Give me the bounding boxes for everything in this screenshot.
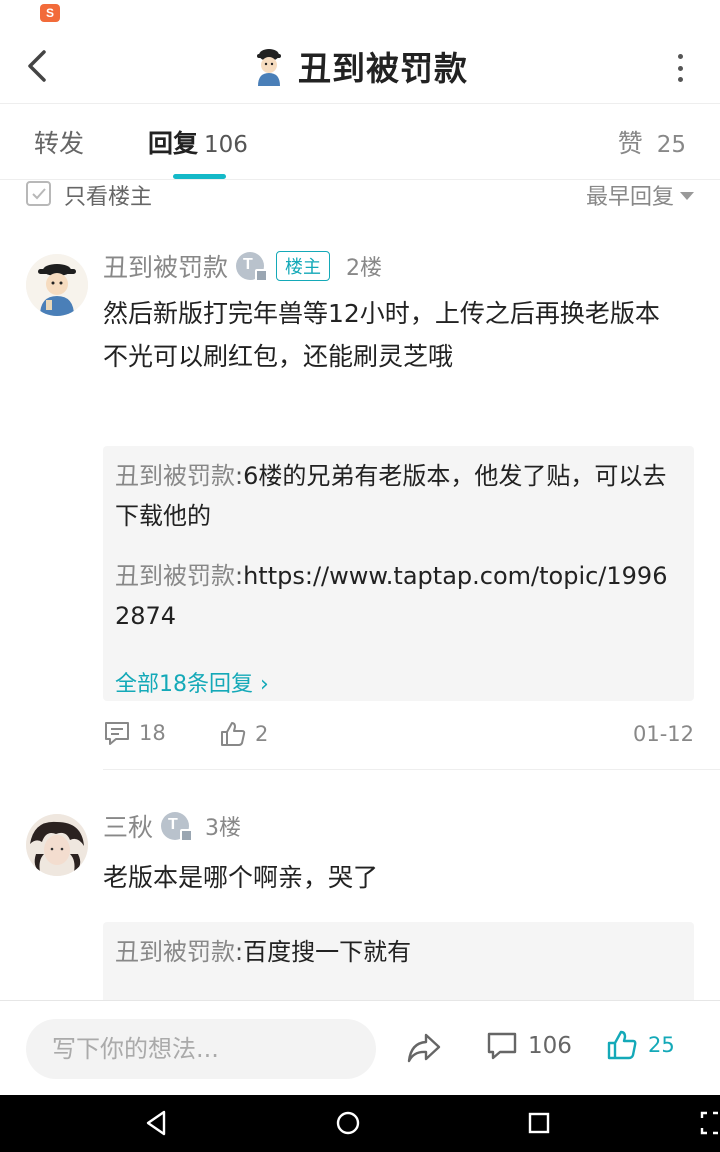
floor-number: 2楼 bbox=[346, 256, 383, 281]
sub-replies: 丑到被罚款:6楼的兄弟有老版本，他发了贴，可以去下载他的 丑到被罚款:https… bbox=[103, 446, 694, 701]
author-avatar-image bbox=[26, 254, 88, 316]
tab-reply[interactable]: 回复 106 bbox=[148, 124, 248, 160]
share-button[interactable] bbox=[406, 1031, 442, 1069]
comment-line: 老版本是哪个啊亲，哭了 bbox=[103, 863, 379, 892]
avatar[interactable] bbox=[26, 814, 88, 876]
check-icon bbox=[32, 188, 46, 200]
thumbs-up-icon bbox=[221, 722, 246, 746]
comment-line: 然后新版打完年兽等12小时，上传之后再换老版本 bbox=[103, 299, 660, 328]
sub-reply[interactable]: 丑到被罚款:6楼的兄弟有老版本，他发了贴，可以去下载他的 bbox=[115, 456, 682, 536]
only-op-checkbox[interactable] bbox=[26, 181, 51, 206]
app-header: 丑到被罚款 bbox=[0, 28, 720, 104]
sub-reply-author[interactable]: 丑到被罚款 bbox=[115, 938, 235, 966]
filter-row: 只看楼主 最早回复 bbox=[0, 172, 720, 216]
all-replies-link[interactable]: 全部18条回复 › bbox=[115, 666, 269, 698]
nav-recents-button[interactable] bbox=[527, 1109, 551, 1141]
divider bbox=[103, 769, 720, 770]
thumbs-up-icon bbox=[607, 1030, 637, 1060]
page-title: 丑到被罚款 bbox=[298, 49, 468, 88]
like-button[interactable]: 25 bbox=[606, 1029, 675, 1061]
sub-reply-author[interactable]: 丑到被罚款 bbox=[115, 562, 235, 590]
author-name[interactable]: 三秋 bbox=[103, 808, 153, 844]
comment-header: 丑到被罚款 T 楼主 2楼 bbox=[103, 246, 382, 286]
comment-count: 106 bbox=[528, 1033, 572, 1059]
like-count: 25 bbox=[648, 1033, 675, 1057]
comment-header: 三秋 T 3楼 bbox=[103, 806, 241, 846]
sogou-input-icon: S bbox=[40, 4, 60, 22]
author-name[interactable]: 丑到被罚款 bbox=[103, 248, 228, 284]
sub-reply[interactable]: 丑到被罚款:https://www.taptap.com/topic/19962… bbox=[115, 556, 682, 636]
sort-dropdown[interactable]: 最早回复 bbox=[586, 179, 694, 211]
like-count: 25 bbox=[656, 132, 686, 158]
comment-content: 老版本是哪个啊亲，哭了 bbox=[103, 856, 683, 899]
user-avatar-image bbox=[26, 814, 88, 876]
only-op-label[interactable]: 只看楼主 bbox=[64, 179, 152, 211]
nav-back-button[interactable] bbox=[144, 1109, 168, 1141]
more-options-button[interactable] bbox=[672, 54, 688, 82]
circle-home-icon bbox=[336, 1111, 360, 1135]
author-avatar-small[interactable] bbox=[252, 46, 286, 86]
tab-like[interactable]: 赞 25 bbox=[618, 124, 686, 160]
comment-icon bbox=[487, 1032, 517, 1060]
sub-reply-text: 百度搜一下就有 bbox=[243, 938, 412, 966]
like-button[interactable]: 2 bbox=[219, 720, 268, 748]
like-count: 2 bbox=[255, 722, 269, 746]
comment-line: 不光可以刷红包，还能刷灵芝哦 bbox=[103, 342, 454, 371]
floor-number: 3楼 bbox=[205, 816, 242, 841]
compose-input[interactable]: 写下你的想法... bbox=[26, 1019, 376, 1079]
fullscreen-icon bbox=[700, 1111, 718, 1135]
sub-reply[interactable]: 丑到被罚款:百度搜一下就有 bbox=[115, 932, 682, 972]
nav-fullscreen-button[interactable] bbox=[700, 1109, 720, 1141]
comment-date: 01-12 bbox=[632, 722, 694, 746]
tab-bar: 转发 回复 106 赞 25 bbox=[0, 104, 720, 180]
system-nav-bar bbox=[0, 1095, 720, 1152]
sub-reply-author[interactable]: 丑到被罚款 bbox=[115, 462, 235, 490]
share-icon bbox=[407, 1033, 441, 1063]
comment-button[interactable]: 106 bbox=[486, 1031, 572, 1061]
avatar[interactable] bbox=[26, 254, 88, 316]
level-badge-icon: T bbox=[236, 252, 269, 282]
comment-actions: 18 2 01-12 bbox=[103, 716, 694, 756]
more-vertical-icon bbox=[677, 54, 683, 59]
square-recents-icon bbox=[528, 1112, 550, 1134]
nav-home-button[interactable] bbox=[335, 1109, 361, 1141]
triangle-back-icon bbox=[146, 1110, 166, 1136]
level-badge-icon: T bbox=[161, 812, 194, 842]
bottom-action-bar: 写下你的想法... 106 25 bbox=[0, 1000, 720, 1095]
status-bar: S bbox=[0, 0, 720, 28]
reply-button[interactable]: 18 bbox=[103, 720, 166, 746]
caret-down-icon bbox=[680, 192, 694, 200]
reply-count: 18 bbox=[139, 721, 166, 745]
reply-count: 106 bbox=[204, 132, 248, 158]
op-badge: 楼主 bbox=[276, 251, 331, 281]
sort-label: 最早回复 bbox=[585, 185, 674, 210]
tab-forward[interactable]: 转发 bbox=[34, 124, 84, 160]
comment-content: 然后新版打完年兽等12小时，上传之后再换老版本 不光可以刷红包，还能刷灵芝哦 bbox=[103, 292, 683, 378]
comment-icon bbox=[105, 722, 129, 745]
